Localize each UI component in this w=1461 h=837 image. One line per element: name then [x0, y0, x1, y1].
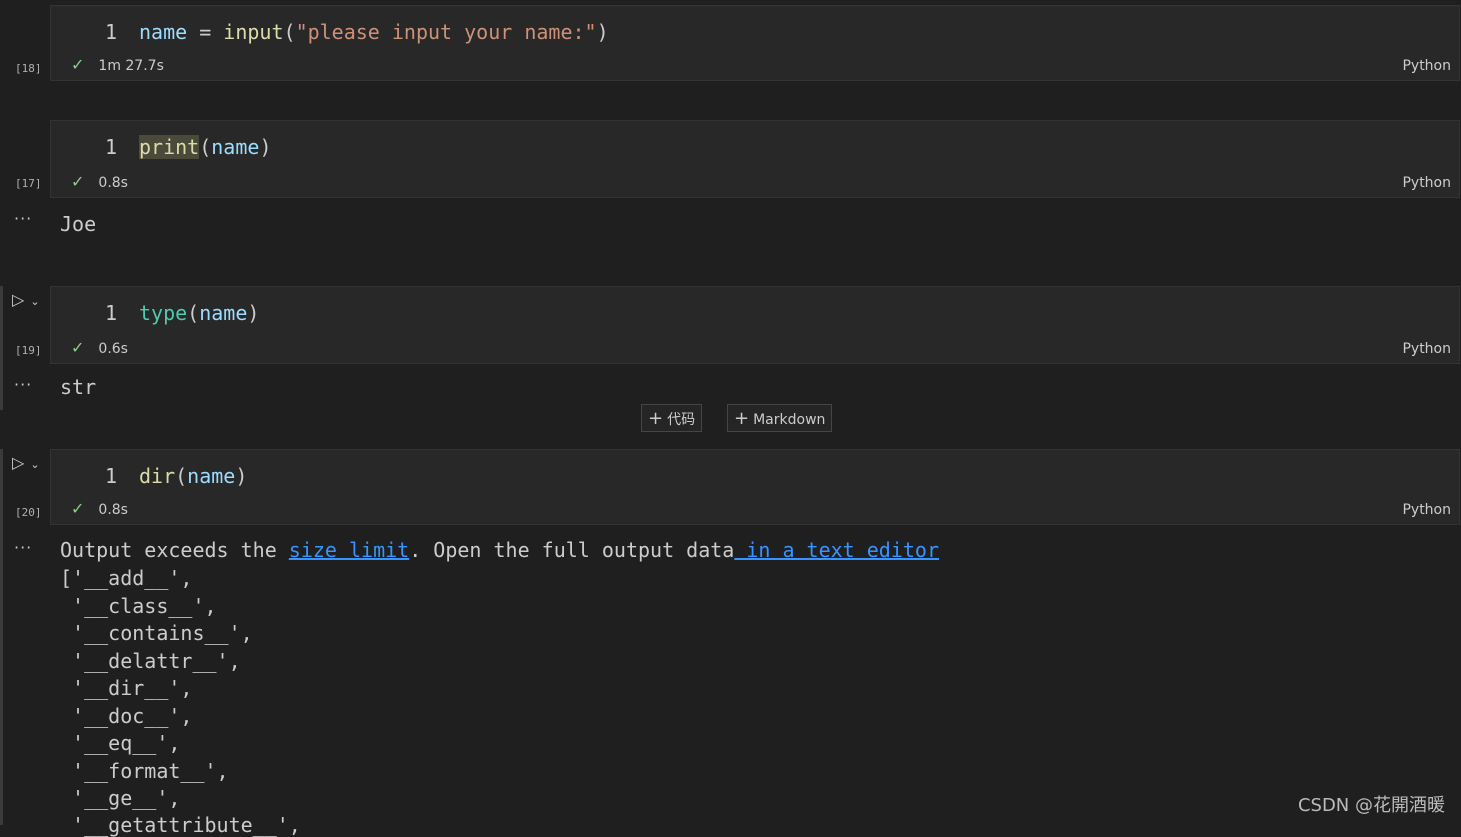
check-icon: ✓ [71, 338, 85, 357]
code-token-fn: print [139, 135, 200, 159]
output-line: '__eq__', [60, 731, 181, 755]
add-code-cell-button[interactable]: + 代码 [641, 404, 703, 432]
size-limit-link[interactable]: size limit [289, 538, 409, 562]
cell-focus-bar [0, 449, 3, 825]
output-line: '__doc__', [60, 704, 193, 728]
code-token-paren: ( [199, 135, 212, 159]
cell-status: ✓ 1m 27.7s [71, 55, 164, 74]
code-line[interactable]: 1 dir(name) [105, 464, 247, 488]
code-line[interactable]: 1 name = input("please input your name:") [105, 20, 609, 44]
code-token-paren: ( [283, 20, 296, 44]
chevron-down-icon[interactable]: ⌄ [30, 295, 39, 308]
output-line: '__delattr__', [60, 649, 241, 673]
plus-icon: + [648, 408, 664, 429]
check-icon: ✓ [71, 172, 85, 191]
output-line: ['__add__', [60, 566, 193, 590]
language-picker[interactable]: Python [1402, 341, 1451, 357]
run-cell-icon[interactable]: ▷ ⌄ [12, 290, 40, 309]
output-line: '__getattribute__', [60, 813, 301, 837]
output-line: '__format__', [60, 759, 229, 783]
code-token-paren: ) [259, 135, 272, 159]
code-token-var: name [139, 20, 188, 44]
code-token-fn: dir [139, 464, 176, 488]
code-line[interactable]: 1 type(name) [105, 301, 259, 325]
output-line: '__ge__', [60, 786, 181, 810]
execution-count: [19] [15, 344, 42, 357]
add-markdown-cell-button[interactable]: + Markdown [727, 404, 833, 432]
execution-count: [18] [15, 62, 42, 75]
notice-text: Output exceeds the [60, 538, 289, 562]
language-picker[interactable]: Python [1402, 502, 1451, 518]
language-picker[interactable]: Python [1402, 175, 1451, 191]
output-menu-icon[interactable]: ··· [14, 538, 32, 557]
code-token-paren: ) [596, 20, 609, 44]
chevron-down-icon[interactable]: ⌄ [30, 458, 39, 471]
cell-output: str [60, 375, 97, 399]
plus-icon: + [734, 408, 750, 429]
duration: 1m 27.7s [98, 58, 164, 74]
code-token-var: name [211, 135, 260, 159]
code-cell-19[interactable]: 1 type(name) ✓ 0.6s Python [50, 286, 1460, 364]
code-token-paren: ( [175, 464, 188, 488]
code-token-paren: ) [235, 464, 248, 488]
run-cell-icon[interactable]: ▷ ⌄ [12, 453, 40, 472]
code-token-paren: ( [187, 301, 200, 325]
cell-output: Joe [60, 212, 97, 236]
execution-count: [17] [15, 177, 42, 190]
cell-focus-bar [0, 286, 3, 410]
code-token-op: = [187, 20, 224, 44]
output-menu-icon[interactable]: ··· [14, 375, 32, 394]
execution-count: [20] [15, 506, 42, 519]
duration: 0.8s [98, 502, 128, 518]
code-token-fn: type [139, 301, 188, 325]
watermark: CSDN @花開酒暖 [1297, 795, 1445, 816]
output-line: '__contains__', [60, 621, 253, 645]
open-in-text-editor-link[interactable]: in a text editor [734, 538, 939, 562]
check-icon: ✓ [71, 499, 85, 518]
output-line: '__class__', [60, 594, 217, 618]
cell-output-notice: Output exceeds the size limit. Open the … [60, 538, 939, 562]
code-token-var: name [199, 301, 248, 325]
cell-status: ✓ 0.8s [71, 172, 128, 191]
notice-text: . Open the full output data [409, 538, 735, 562]
line-number: 1 [105, 464, 118, 488]
code-line[interactable]: 1 print(name) [105, 135, 271, 159]
duration: 0.6s [98, 341, 128, 357]
code-cell-18[interactable]: 1 name = input("please input your name:")… [50, 5, 1460, 81]
code-cell-17[interactable]: 1 print(name) ✓ 0.8s Python [50, 120, 1460, 198]
line-number: 1 [105, 135, 118, 159]
add-code-label: 代码 [667, 412, 696, 428]
code-token-var: name [187, 464, 236, 488]
output-menu-icon[interactable]: ··· [14, 209, 32, 228]
cell-status: ✓ 0.6s [71, 338, 128, 357]
check-icon: ✓ [71, 55, 85, 74]
code-token-paren: ) [247, 301, 260, 325]
output-line: '__dir__', [60, 676, 193, 700]
language-picker[interactable]: Python [1402, 58, 1451, 74]
code-cell-20[interactable]: 1 dir(name) ✓ 0.8s Python [50, 449, 1460, 525]
duration: 0.8s [98, 175, 128, 191]
cell-status: ✓ 0.8s [71, 499, 128, 518]
code-token-string: "please input your name:" [295, 20, 597, 44]
add-markdown-label: Markdown [753, 412, 826, 428]
line-number: 1 [105, 20, 118, 44]
code-token-fn: input [223, 20, 284, 44]
line-number: 1 [105, 301, 118, 325]
